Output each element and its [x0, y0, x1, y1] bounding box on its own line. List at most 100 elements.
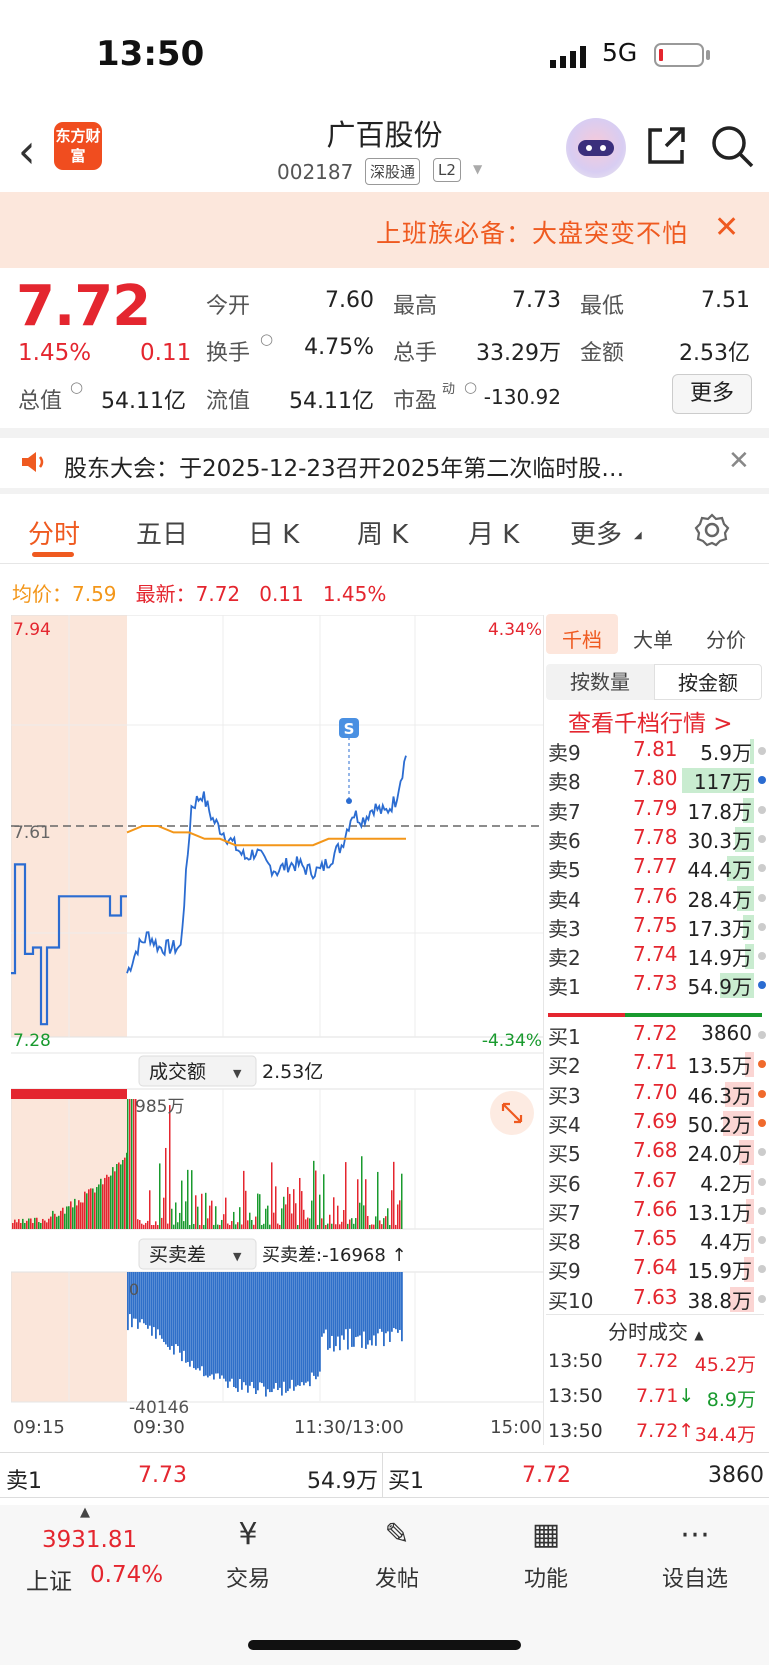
info-icon[interactable]: ○ [260, 330, 273, 348]
share-icon[interactable] [644, 124, 688, 168]
bid-row[interactable]: 买10 7.63 38.8万 [548, 1284, 766, 1314]
diff-bar [351, 1272, 353, 1347]
volume-bar [253, 1224, 255, 1229]
ask-row[interactable]: 卖1 7.73 54.9万 [548, 971, 766, 1000]
diff-bar [253, 1272, 255, 1389]
code-dropdown-icon[interactable]: ▼ [473, 162, 482, 176]
bid-row[interactable]: 买7 7.66 13.1万 [548, 1196, 766, 1226]
notice-text[interactable]: 股东大会：于2025-12-23召开2025年第二次临时股… [64, 449, 624, 483]
diff-bar [147, 1272, 149, 1329]
volume-bar [52, 1210, 54, 1229]
diff-bar [339, 1272, 341, 1351]
level-price: 7.63 [633, 1284, 678, 1309]
promo-text[interactable]: 上班族必备：大盘突变不怕 [376, 214, 688, 250]
ask-row[interactable]: 卖2 7.74 14.9万 [548, 942, 766, 971]
close-notice-icon[interactable]: ✕ [728, 446, 750, 476]
level-price: 7.74 [633, 942, 678, 967]
by-amount-button[interactable]: 按金额 [654, 664, 762, 700]
volume-bar [323, 1174, 325, 1229]
tick-price: 7.72 [636, 1350, 679, 1372]
volume-bar [135, 1099, 137, 1229]
index-name[interactable]: 上证 [26, 1562, 72, 1596]
volume-bar [153, 1224, 155, 1229]
ask-row[interactable]: 卖8 7.80 117万 [548, 766, 766, 795]
tab-more[interactable]: 更多 [570, 514, 622, 551]
nav-functions[interactable]: ▦ 功能 [486, 1515, 606, 1593]
level-price: 7.76 [633, 883, 678, 908]
volume-bar [271, 1162, 273, 1229]
tab-intraday[interactable]: 分时 [28, 514, 80, 551]
bid-row[interactable]: 买6 7.67 4.2万 [548, 1167, 766, 1197]
level-price: 7.66 [633, 1196, 678, 1221]
gear-icon[interactable] [694, 512, 730, 548]
ask-row[interactable]: 卖5 7.77 44.4万 [548, 854, 766, 883]
level-name: 卖1 [548, 975, 581, 1000]
index-change[interactable]: 0.74% [90, 1562, 163, 1588]
assistant-avatar[interactable] [566, 118, 626, 178]
volume-bar [285, 1204, 287, 1229]
ask-row[interactable]: 卖7 7.79 17.8万 [548, 795, 766, 825]
volume-bar [11, 1089, 127, 1099]
by-quantity-button[interactable]: 按数量 [546, 664, 654, 700]
rtab-dadan[interactable]: 大单 [633, 624, 673, 653]
avg-price-line [126, 825, 406, 847]
tab-monthly-k[interactable]: 月 K [468, 514, 519, 551]
bid-row[interactable]: 买5 7.68 24.0万 [548, 1138, 766, 1167]
bid-row[interactable]: 买2 7.71 13.5万 [548, 1050, 766, 1079]
level-dot [758, 1294, 766, 1303]
level-price: 7.79 [633, 795, 678, 820]
diff-bar [169, 1272, 171, 1350]
diff-bar [297, 1272, 299, 1386]
intraday-chart[interactable]: S 7.94 7.61 7.28 4.34% -4.34% 成交额 ▼ 2.53… [11, 615, 544, 1438]
volume-bar [28, 1218, 30, 1229]
volume-bar [26, 1220, 28, 1229]
bid-row[interactable]: 买8 7.65 4.4万 [548, 1226, 766, 1255]
volume-bar [247, 1220, 249, 1229]
diff-bar [385, 1272, 387, 1334]
volume-bar [44, 1220, 46, 1229]
level-price: 7.65 [633, 1226, 678, 1251]
level-price: 7.67 [633, 1167, 678, 1192]
fs-title[interactable]: 分时成交 ▲ [608, 1316, 704, 1345]
view-orderbook-link[interactable]: 查看千档行情 > [568, 704, 733, 738]
nav-trade[interactable]: ¥ 交易 [188, 1515, 308, 1593]
tab-daily-k[interactable]: 日 K [248, 514, 299, 551]
volume-bar [169, 1105, 171, 1229]
search-icon[interactable] [710, 124, 756, 170]
diff-bar [185, 1272, 187, 1363]
diff-bar [395, 1272, 397, 1330]
diff-bar [295, 1272, 297, 1387]
volume-bar [359, 1202, 361, 1229]
bid-row[interactable]: 买4 7.69 50.2万 [548, 1108, 766, 1138]
volume-bar [249, 1212, 251, 1229]
ask-row[interactable]: 卖4 7.76 28.4万 [548, 883, 766, 913]
index-value[interactable]: 3931.81 [42, 1527, 137, 1553]
level-price: 7.69 [633, 1108, 678, 1133]
volume-bar [133, 1099, 135, 1229]
info-icon[interactable]: ○ [70, 378, 83, 396]
ask-row[interactable]: 卖9 7.81 5.9万 [548, 737, 766, 766]
tab-5day[interactable]: 五日 [136, 514, 188, 551]
diff-bar [307, 1272, 309, 1382]
nav-add-watchlist[interactable]: ⋯ 设自选 [635, 1515, 755, 1593]
bid-row[interactable]: 买9 7.64 15.9万 [548, 1255, 766, 1284]
volume-bar [319, 1194, 321, 1229]
diff-bar [391, 1272, 393, 1332]
volume-bar [141, 1223, 143, 1229]
volume-bar [82, 1202, 84, 1229]
level-price: 7.75 [633, 912, 678, 937]
volume-bar [74, 1198, 76, 1229]
bid-row[interactable]: 买1 7.72 3860 [548, 1021, 766, 1050]
volume-bar [345, 1162, 347, 1229]
volume-bar [383, 1218, 385, 1229]
rtab-qiandang[interactable]: 千档 [562, 624, 602, 653]
nav-post[interactable]: ✎ 发帖 [337, 1515, 457, 1593]
tab-weekly-k[interactable]: 周 K [357, 514, 408, 551]
rtab-fenjia[interactable]: 分价 [706, 624, 746, 653]
bid-row[interactable]: 买3 7.70 46.3万 [548, 1080, 766, 1109]
more-quote-button[interactable]: 更多 [672, 374, 752, 414]
ask-row[interactable]: 卖3 7.75 17.3万 [548, 912, 766, 942]
level-amount: 4.2万 [700, 1171, 752, 1196]
close-banner-icon[interactable]: ✕ [714, 210, 739, 245]
ask-row[interactable]: 卖6 7.78 30.3万 [548, 825, 766, 854]
